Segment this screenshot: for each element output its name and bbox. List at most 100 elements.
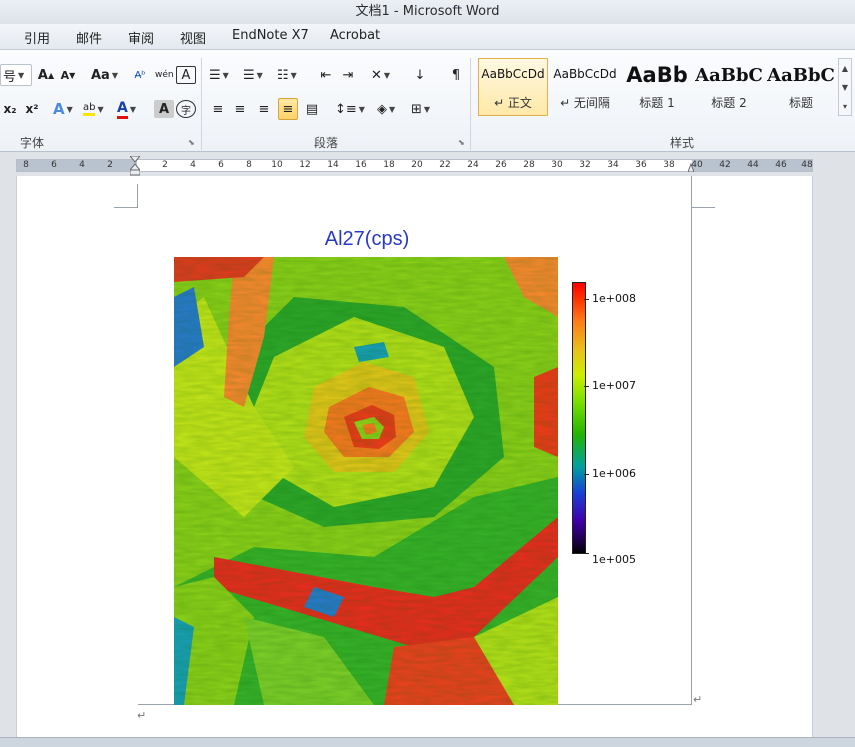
ruler-tick: 42 xyxy=(719,160,731,170)
window-title: 文档1 - Microsoft Word xyxy=(355,4,500,19)
style-no-spacing[interactable]: AaBbCcDd ↵ 无间隔 xyxy=(550,58,620,116)
margin-corner-mark xyxy=(691,184,715,208)
style-title[interactable]: AaBbC 标题 xyxy=(766,58,836,116)
justify-button[interactable]: ≡ xyxy=(278,98,298,120)
style-name: ↵ 无间隔 xyxy=(560,96,610,110)
group-separator xyxy=(201,58,202,150)
clear-formatting-button[interactable]: A̶ᵇ xyxy=(130,64,150,86)
font-size-box[interactable]: 号 ▼ xyxy=(0,64,32,86)
ruler-tick: 46 xyxy=(775,160,787,170)
ruler-tick: 36 xyxy=(635,160,647,170)
tab-references[interactable]: 引用 xyxy=(24,28,50,47)
multilevel-list-icon: ☷ xyxy=(277,67,289,83)
document-page[interactable]: Al27(cps) 1e+008 1e+007 1e+006 1e+005 ↵ … xyxy=(16,176,813,747)
line-spacing-button[interactable]: ↕≡ ▼ xyxy=(334,98,366,120)
grow-font-button[interactable]: A ▲ xyxy=(36,64,56,86)
paragraph-mark: ↵ xyxy=(137,709,147,722)
ruler-tick: 38 xyxy=(663,160,675,170)
line-spacing-icon: ↕≡ xyxy=(335,101,357,117)
chinese-layout-button[interactable]: ✕ ▼ xyxy=(370,64,391,86)
sort-button[interactable]: ↓ xyxy=(410,64,430,86)
style-name: 标题 2 xyxy=(711,96,747,110)
numbering-button[interactable]: ☰ ▼ xyxy=(242,64,264,86)
text-effects-button[interactable]: A ▼ xyxy=(52,98,74,120)
ruler-tick: 44 xyxy=(747,160,759,170)
shrink-font-button[interactable]: A ▼ xyxy=(58,64,78,86)
style-sample: AaBb xyxy=(626,63,688,87)
bullets-button[interactable]: ☰ ▼ xyxy=(208,64,230,86)
ruler-tick: 2 xyxy=(107,160,113,170)
window-title-bar: 文档1 - Microsoft Word xyxy=(0,0,855,24)
chevron-down-icon: ▼ xyxy=(222,70,229,80)
phonetic-guide-button[interactable]: wén xyxy=(154,64,175,86)
tab-endnote[interactable]: EndNote X7 xyxy=(232,28,309,43)
colorbar-tick xyxy=(584,553,589,554)
ruler-tick: 8 xyxy=(246,160,252,170)
style-heading-2[interactable]: AaBbC 标题 2 xyxy=(694,58,764,116)
more-styles-icon[interactable]: ▾ xyxy=(839,97,851,116)
style-heading-1[interactable]: AaBb 标题 1 xyxy=(622,58,692,116)
subscript-button[interactable]: x₂ xyxy=(0,98,20,120)
ruler-tick: 6 xyxy=(51,160,57,170)
style-normal[interactable]: AaBbCcDd ↵ 正文 xyxy=(478,58,548,116)
colorbar-tick xyxy=(584,474,589,475)
ruler-tick: 34 xyxy=(607,160,619,170)
multilevel-list-button[interactable]: ☷ ▼ xyxy=(276,64,298,86)
style-name: ↵ 正文 xyxy=(494,96,532,110)
align-center-button[interactable]: ≡ xyxy=(230,98,250,120)
paragraph-dialog-launcher-icon[interactable]: ⬊ xyxy=(458,138,465,147)
decrease-indent-button[interactable]: ⇤ xyxy=(316,64,336,86)
chevron-down-icon: ▼ xyxy=(383,70,391,80)
highlight-button[interactable]: ab ▼ xyxy=(82,98,105,120)
font-dialog-launcher-icon[interactable]: ⬊ xyxy=(188,138,195,147)
shrink-arrow-icon: ▼ xyxy=(69,70,76,80)
tab-view[interactable]: 视图 xyxy=(180,28,206,47)
decrease-indent-icon: ⇤ xyxy=(320,67,332,83)
ribbon-tab-bar: 引用 邮件 审阅 视图 EndNote X7 Acrobat xyxy=(0,24,855,50)
clear-formatting-icon: A̶ᵇ xyxy=(134,69,146,81)
enclose-characters-button[interactable]: 字 xyxy=(176,100,196,118)
chevron-down-icon: ▼ xyxy=(97,104,104,114)
align-right-icon: ≡ xyxy=(258,101,270,117)
shading-button[interactable]: ◈ ▼ xyxy=(376,98,396,120)
increase-indent-button[interactable]: ⇥ xyxy=(338,64,358,86)
scroll-down-icon[interactable]: ▼ xyxy=(839,78,851,97)
align-left-button[interactable]: ≡ xyxy=(208,98,228,120)
superscript-button[interactable]: x² xyxy=(22,98,42,120)
chevron-down-icon: ▼ xyxy=(129,104,136,114)
shrink-font-label: A xyxy=(60,68,70,82)
colorbar-label: 1e+005 xyxy=(592,553,636,566)
paragraph-group-label: 段落 xyxy=(314,136,339,150)
borders-button[interactable]: ⊞ ▼ xyxy=(410,98,431,120)
scroll-up-icon[interactable]: ▲ xyxy=(839,59,851,78)
subscript-label: x₂ xyxy=(3,102,17,116)
ruler-tick: 12 xyxy=(299,160,311,170)
indent-marker[interactable] xyxy=(128,155,142,176)
borders-icon: ⊞ xyxy=(411,101,422,117)
font-color-label: A xyxy=(117,100,128,119)
colorbar-label: 1e+007 xyxy=(592,379,636,392)
right-indent-marker[interactable] xyxy=(687,160,695,173)
tab-acrobat[interactable]: Acrobat xyxy=(330,28,380,43)
chevron-down-icon: ▼ xyxy=(358,104,365,114)
ribbon: 号 ▼ A ▲ A ▼ Aa ▼ A̶ᵇ wén A x₂ x² A ▼ ab ▼ A ▼ A… xyxy=(0,50,855,152)
ruler-tick: 10 xyxy=(271,160,283,170)
horizontal-ruler[interactable]: 8 6 4 2 2 4 6 8 10 12 14 16 18 20 22 24 … xyxy=(0,152,855,176)
font-color-button[interactable]: A ▼ xyxy=(116,98,137,120)
character-shading-button[interactable]: A xyxy=(154,100,174,118)
colorbar-label: 1e+008 xyxy=(592,292,636,305)
show-marks-button[interactable]: ¶ xyxy=(446,64,466,86)
margin-line xyxy=(691,176,692,705)
distributed-button[interactable]: ▤ xyxy=(302,98,322,120)
tab-review[interactable]: 审阅 xyxy=(128,28,154,47)
align-right-button[interactable]: ≡ xyxy=(254,98,274,120)
ruler-tick: 26 xyxy=(495,160,507,170)
heatmap-image[interactable] xyxy=(174,257,558,705)
styles-gallery-scroller[interactable]: ▲ ▼ ▾ xyxy=(838,58,852,116)
character-border-button[interactable]: A xyxy=(176,66,196,84)
chevron-down-icon: ▼ xyxy=(389,104,396,114)
chevron-down-icon: ▼ xyxy=(111,70,118,80)
increase-indent-icon: ⇥ xyxy=(342,67,354,83)
tab-mailings[interactable]: 邮件 xyxy=(76,28,102,47)
change-case-button[interactable]: Aa ▼ xyxy=(90,64,119,86)
